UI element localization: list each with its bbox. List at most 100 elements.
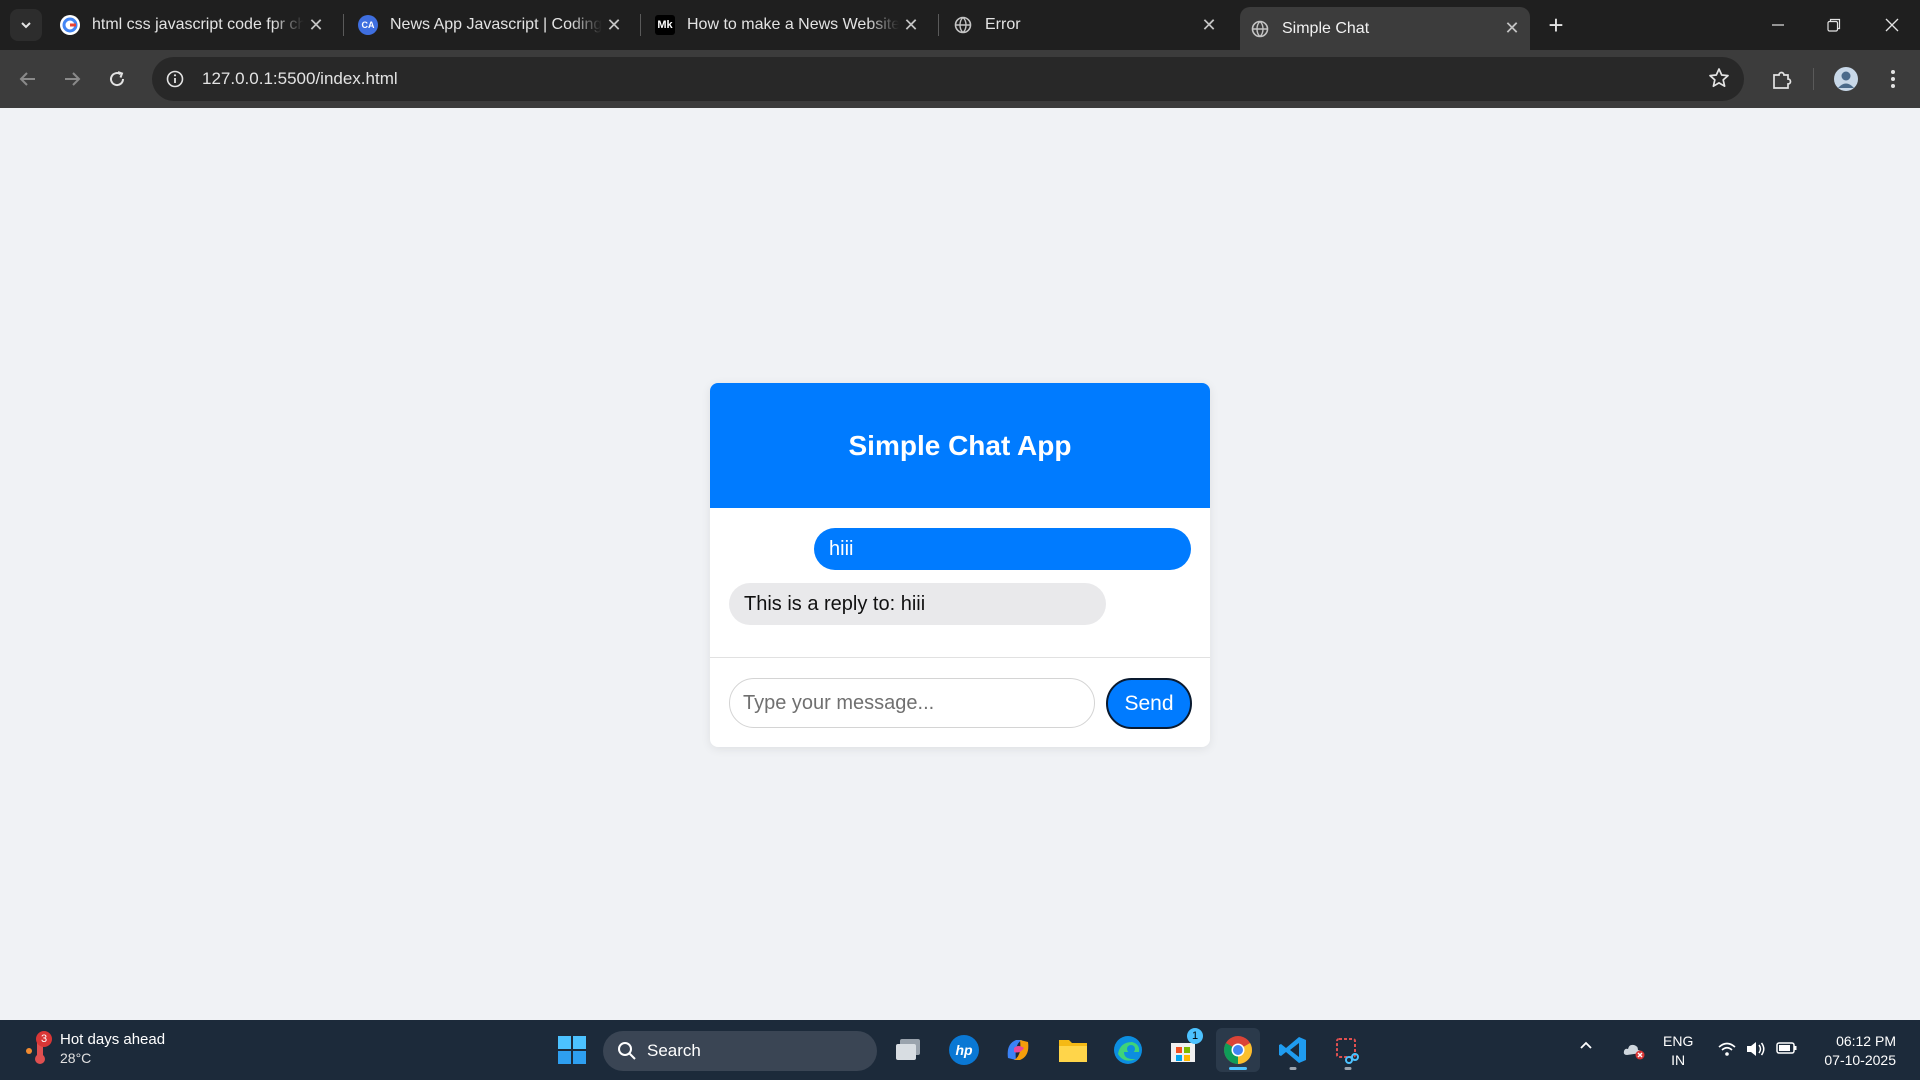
tab-title: News App Javascript | Coding Artist — [390, 16, 602, 33]
task-view-icon — [896, 1039, 920, 1060]
show-hidden-icons-button[interactable] — [1578, 1038, 1594, 1059]
extensions-button[interactable] — [1766, 63, 1798, 95]
tab-news-app-javascript[interactable]: CA News App Javascript | Coding Artist ✕ — [348, 7, 632, 43]
tab-news-website[interactable]: Mk How to make a News Website with ✕ — [645, 7, 929, 43]
microsoft-store-button[interactable]: 1 — [1161, 1028, 1205, 1072]
chat-container: Simple Chat App hiii This is a reply to:… — [710, 383, 1210, 747]
address-bar[interactable]: 127.0.0.1:5500/index.html — [152, 57, 1744, 101]
search-icon — [618, 1042, 636, 1060]
more-vertical-icon — [1891, 70, 1895, 88]
bot-message-bubble: This is a reply to: hiii — [729, 583, 1106, 625]
tab-title: html css javascript code fpr chat — [92, 16, 304, 33]
new-tab-button[interactable]: + — [1542, 10, 1570, 40]
globe-icon — [953, 15, 973, 35]
copilot-button[interactable] — [996, 1028, 1040, 1072]
globe-icon — [1250, 19, 1270, 39]
arrow-left-icon — [19, 72, 35, 86]
chat-header: Simple Chat App — [710, 383, 1210, 508]
clock-time: 06:12 PM — [1836, 1033, 1896, 1049]
tab-title: Simple Chat — [1282, 19, 1370, 37]
hp-icon: hp — [949, 1035, 979, 1065]
running-indicator — [1344, 1067, 1352, 1070]
battery-icon[interactable] — [1776, 1040, 1798, 1061]
edge-button[interactable] — [1106, 1028, 1150, 1072]
google-icon — [60, 15, 80, 35]
clock-date: 07-10-2025 — [1824, 1052, 1896, 1068]
browser-toolbar: 127.0.0.1:5500/index.html — [0, 50, 1920, 108]
start-button[interactable] — [550, 1028, 594, 1072]
arrow-right-icon — [65, 72, 81, 86]
search-label: Search — [647, 1041, 701, 1060]
tab-html-css-javascript[interactable]: html css javascript code fpr chat ✕ — [50, 7, 334, 43]
tab-error[interactable]: Error ✕ — [943, 7, 1227, 43]
back-button[interactable] — [12, 63, 44, 95]
minimize-icon — [1772, 24, 1784, 26]
forward-button[interactable] — [56, 63, 88, 95]
close-icon[interactable]: ✕ — [899, 13, 923, 37]
folder-icon — [1059, 1040, 1087, 1062]
edge-icon — [1114, 1036, 1142, 1064]
weather-temperature: 28°C — [60, 1050, 92, 1066]
minimize-button[interactable] — [1750, 0, 1806, 50]
send-button[interactable]: Send — [1106, 678, 1192, 729]
reload-icon — [110, 71, 125, 87]
profile-avatar[interactable] — [1830, 63, 1862, 95]
close-icon[interactable]: ✕ — [1500, 17, 1524, 41]
close-icon[interactable]: ✕ — [1197, 13, 1221, 37]
restore-button[interactable] — [1806, 0, 1862, 50]
close-icon[interactable]: ✕ — [304, 13, 328, 37]
taskbar-search[interactable]: Search — [603, 1031, 877, 1071]
system-clock[interactable]: 06:12 PM 07-10-2025 — [1824, 1032, 1896, 1070]
hp-app-button[interactable]: hp — [942, 1028, 986, 1072]
browser-menu-button[interactable] — [1877, 63, 1909, 95]
file-explorer-button[interactable] — [1051, 1028, 1095, 1072]
windows-logo-icon — [558, 1036, 586, 1064]
task-view-button[interactable] — [886, 1028, 930, 1072]
chrome-icon — [1224, 1036, 1252, 1064]
windows-taskbar: 3 Hot days ahead 28°C Search hp 1 ENG IN… — [0, 1020, 1920, 1080]
chat-messages: hiii This is a reply to: hiii — [710, 508, 1210, 658]
close-icon — [1885, 18, 1899, 32]
tab-divider — [640, 14, 641, 36]
avatar-icon — [1834, 67, 1858, 91]
snipping-tool-icon — [1336, 1038, 1359, 1064]
chat-input-area: Send — [710, 658, 1210, 747]
tab-divider — [343, 14, 344, 36]
chat-title: Simple Chat App — [848, 429, 1072, 461]
wifi-icon[interactable] — [1717, 1040, 1737, 1063]
user-message-bubble: hiii — [814, 528, 1191, 570]
close-icon[interactable]: ✕ — [602, 13, 626, 37]
coding-artist-icon: CA — [358, 15, 378, 35]
active-indicator — [1229, 1067, 1247, 1070]
restore-icon — [1827, 18, 1841, 32]
site-info-icon[interactable] — [160, 64, 190, 94]
page-viewport: Simple Chat App hiii This is a reply to:… — [0, 108, 1920, 1020]
language-indicator[interactable]: ENG IN — [1663, 1032, 1693, 1070]
weather-widget[interactable]: 3 Hot days ahead 28°C — [22, 1030, 165, 1068]
message-input[interactable] — [729, 678, 1095, 728]
toolbar-divider — [1813, 68, 1814, 90]
tab-title: How to make a News Website with — [687, 16, 899, 33]
puzzle-icon — [1773, 71, 1792, 89]
medium-icon: Mk — [655, 15, 675, 35]
close-window-button[interactable] — [1864, 0, 1920, 50]
chevron-down-icon — [21, 22, 31, 29]
language-code: ENG — [1663, 1033, 1694, 1049]
onedrive-status-button[interactable] — [1622, 1040, 1646, 1065]
tab-simple-chat[interactable]: Simple Chat ✕ — [1240, 7, 1530, 50]
copilot-icon — [1007, 1040, 1029, 1060]
chrome-button[interactable] — [1216, 1028, 1260, 1072]
region-code: IN — [1671, 1052, 1686, 1068]
tab-title: Error — [985, 16, 1021, 33]
vscode-icon — [1279, 1037, 1306, 1063]
reload-button[interactable] — [101, 63, 133, 95]
bookmark-star-icon[interactable] — [1708, 67, 1730, 94]
vscode-button[interactable] — [1271, 1028, 1315, 1072]
chevron-up-icon — [1580, 1041, 1592, 1049]
snipping-tool-button[interactable] — [1326, 1028, 1370, 1072]
url-text: 127.0.0.1:5500/index.html — [202, 69, 398, 88]
store-badge: 1 — [1187, 1028, 1203, 1044]
tab-search-button[interactable] — [10, 9, 42, 41]
volume-icon[interactable] — [1745, 1040, 1767, 1063]
browser-tab-strip: html css javascript code fpr chat ✕ CA N… — [0, 0, 1920, 50]
